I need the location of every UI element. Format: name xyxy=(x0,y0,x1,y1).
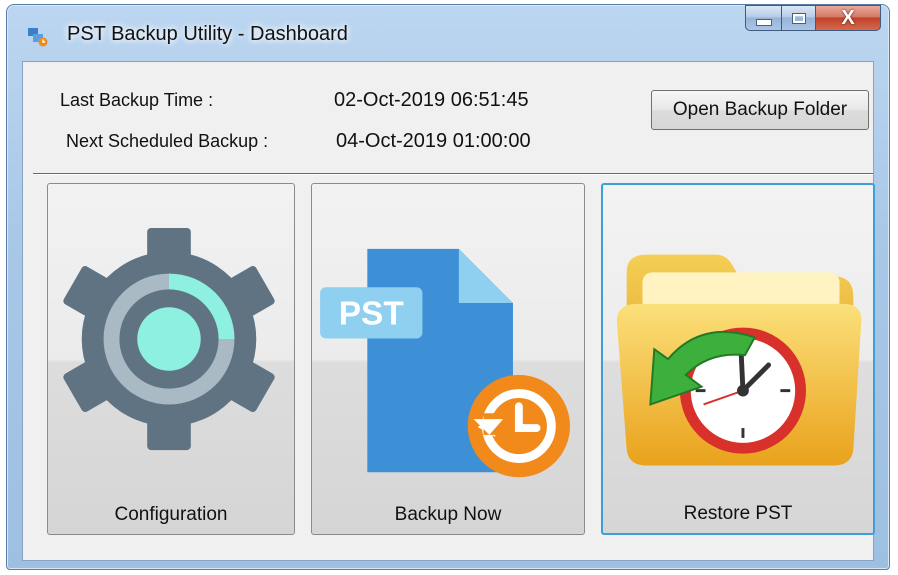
pst-badge-text: PST xyxy=(339,296,405,333)
configuration-tile[interactable]: Configuration xyxy=(47,183,295,535)
folder-clock-restore-icon xyxy=(616,254,862,466)
backup-now-tile[interactable]: PST Backup Now xyxy=(311,183,585,535)
last-backup-label: Last Backup Time : xyxy=(60,90,214,110)
minimize-button[interactable] xyxy=(745,5,781,31)
maximize-button[interactable] xyxy=(781,5,815,31)
dashboard-panel: Last Backup Time : 02-Oct-2019 06:51:45 … xyxy=(22,61,875,561)
close-icon: X xyxy=(841,6,855,29)
maximize-icon xyxy=(791,12,806,24)
window-title: PST Backup Utility - Dashboard xyxy=(67,23,348,45)
backup-now-label: Backup Now xyxy=(394,504,502,525)
close-button[interactable]: X xyxy=(815,5,881,31)
restore-pst-tile[interactable]: Restore PST xyxy=(601,183,875,535)
pst-backup-app-icon xyxy=(28,28,48,47)
restore-pst-label: Restore PST xyxy=(683,503,793,524)
gear-icon xyxy=(63,227,275,451)
minimize-icon xyxy=(755,18,772,26)
app-window: PST Backup Utility - Dashboard X Last Ba… xyxy=(6,4,890,570)
configuration-label: Configuration xyxy=(114,504,228,525)
caption-buttons: X xyxy=(745,5,881,35)
divider xyxy=(33,173,873,175)
title-bar[interactable]: PST Backup Utility - Dashboard X xyxy=(7,5,889,61)
open-backup-folder-button[interactable]: Open Backup Folder xyxy=(651,90,869,130)
last-backup-value: 02-Oct-2019 06:51:45 xyxy=(334,89,529,111)
next-backup-value: 04-Oct-2019 01:00:00 xyxy=(336,130,531,152)
next-backup-label: Next Scheduled Backup : xyxy=(66,131,269,151)
pst-file-backup-icon: PST xyxy=(320,248,571,478)
